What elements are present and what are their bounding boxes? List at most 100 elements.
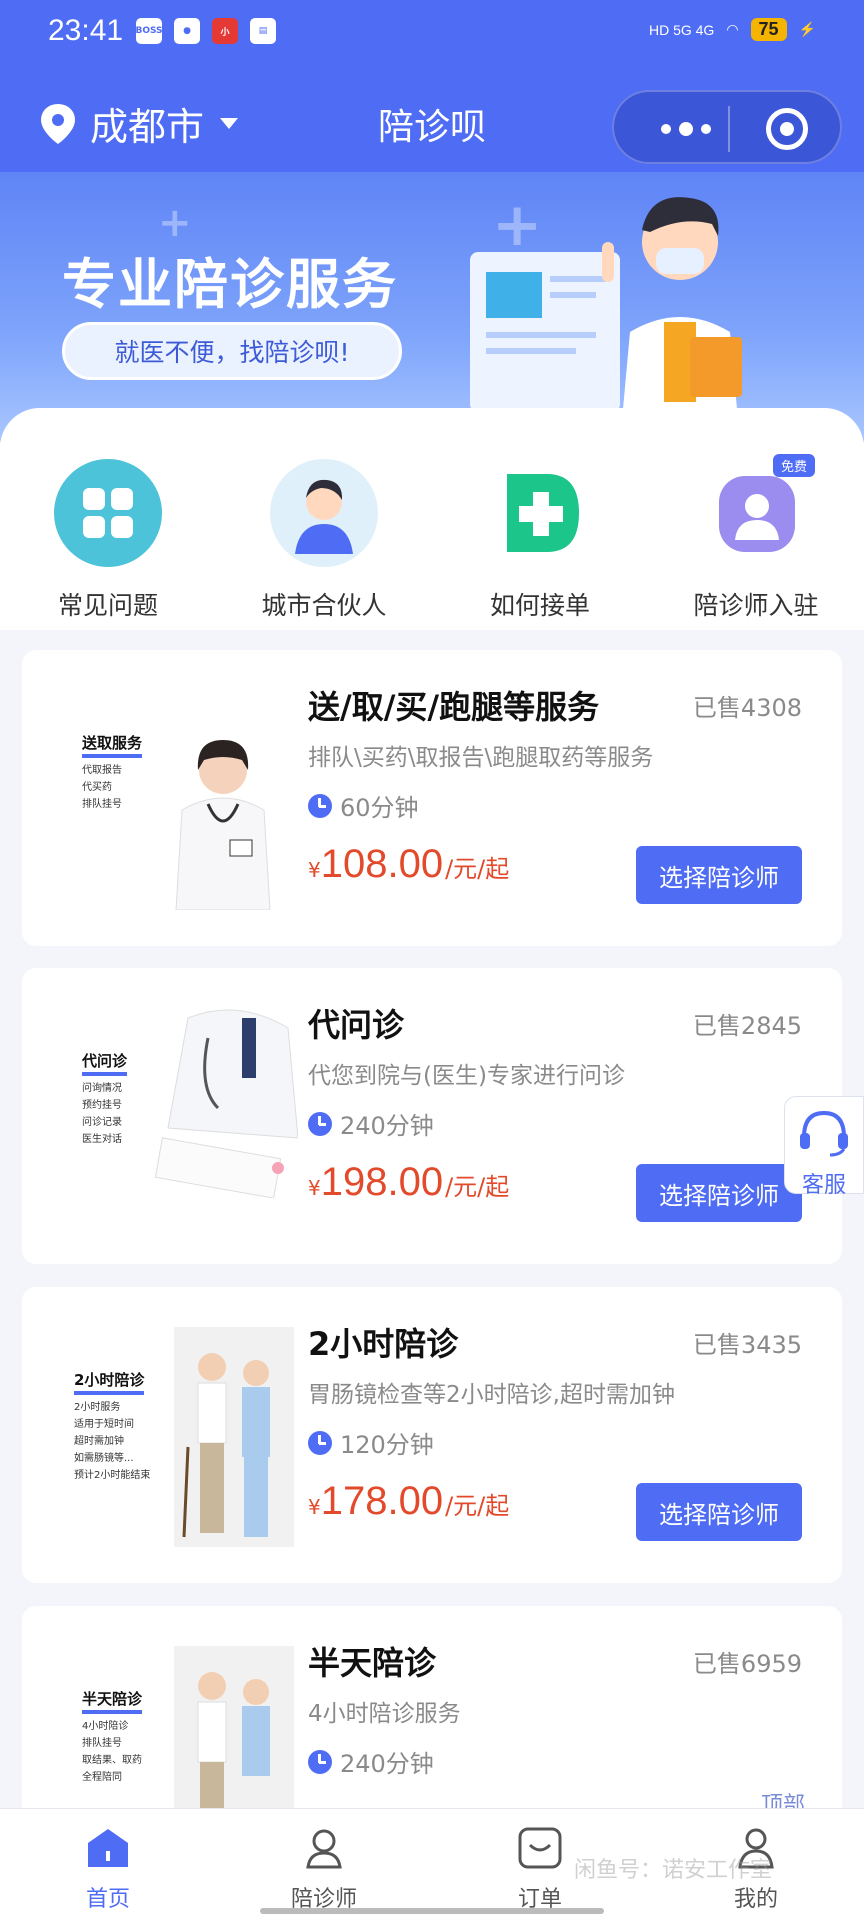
price-currency: ¥	[308, 858, 321, 882]
service-duration: 120分钟	[308, 1425, 434, 1460]
quick-menu: 常见问题 城市合伙人 如何接单 免费 陪诊师入驻	[0, 408, 864, 630]
thumbnail-list: 代取报告 代买药 排队挂号	[82, 762, 122, 813]
price-unit: /元/起	[445, 1173, 510, 1201]
sold-count: 已售6959	[692, 1650, 802, 1678]
boss-app-icon: BOSS	[135, 18, 163, 44]
service-thumbnail: 送取服务 代取报告 代买药 排队挂号	[58, 680, 308, 910]
sold-count: 已售4308	[692, 694, 802, 722]
thumbnail-list-item: 代取报告	[82, 765, 122, 776]
service-description: 排队\买药\取报告\跑腿取药等服务	[308, 745, 654, 771]
grid-icon	[53, 458, 163, 568]
promo-banner[interactable]: + + 专业陪诊服务 就医不便，找陪诊呗!	[0, 172, 864, 442]
thumbnail-list-item: 如需肠镜等...	[74, 1453, 134, 1464]
headset-icon	[800, 1110, 848, 1157]
quick-item-label: 陪诊师入驻	[693, 591, 819, 620]
tab-escort[interactable]: 陪诊师	[244, 1825, 404, 1913]
service-thumbnail: 代问诊 问询情况 预约挂号 问诊记录 医生对话	[58, 998, 308, 1228]
thumbnail-title: 半天陪诊	[82, 1688, 143, 1714]
network-indicator: HD 5G 4G	[648, 21, 715, 38]
status-right: HD 5G 4G ◠ 75 ⚡	[649, 18, 816, 41]
partner-avatar-icon	[269, 458, 379, 568]
quick-item-faq[interactable]: 常见问题	[8, 458, 208, 622]
thumbnail-title: 2小时陪诊	[74, 1369, 145, 1395]
banner-tagline: 就医不便，找陪诊呗!	[62, 322, 402, 380]
thumbnail-list-item: 排队挂号	[82, 799, 122, 810]
price-amount: 178.00	[320, 1479, 444, 1523]
service-title: 代问诊	[308, 1006, 405, 1044]
duration-text: 240分钟	[340, 1750, 434, 1778]
thumbnail-list: 问询情况 预约挂号 问诊记录 医生对话	[82, 1080, 122, 1148]
home-icon	[88, 1829, 128, 1867]
escort-elderly-illustration	[174, 1327, 294, 1547]
choose-escort-button[interactable]: 选择陪诊师	[636, 1483, 802, 1541]
home-indicator	[260, 1908, 604, 1914]
duration-text: 60分钟	[340, 794, 419, 822]
thumbnail-list: 2小时服务 适用于短时间 超时需加钟 如需肠镜等... 预计2小时能结束	[74, 1399, 150, 1484]
plus-cross-icon	[485, 458, 595, 568]
price-unit: /元/起	[445, 855, 510, 883]
tab-label: 我的	[733, 1887, 778, 1912]
clock-icon	[308, 1430, 332, 1455]
tab-home[interactable]: 首页	[28, 1825, 188, 1913]
clock-icon	[308, 793, 332, 818]
thumbnail-list-item: 预约挂号	[82, 1100, 122, 1111]
thumbnail-list: 4小时陪诊 排队挂号 取结果、取药 全程陪同	[82, 1718, 142, 1786]
watermark-text: 闲鱼号：诺安工作室	[574, 1858, 773, 1883]
service-price: ¥ 108.00 /元/起	[308, 842, 509, 887]
service-card[interactable]: 代问诊 问询情况 预约挂号 问诊记录 医生对话 代问诊 已售2845 代您到院与…	[22, 968, 842, 1264]
qq-bell-icon: ●	[174, 18, 200, 44]
quick-item-how-to-accept[interactable]: 如何接单	[440, 458, 640, 622]
service-title: 半天陪诊	[308, 1644, 437, 1682]
customer-service-label: 客服	[801, 1173, 846, 1198]
price-unit: /元/起	[445, 1492, 510, 1520]
choose-escort-button[interactable]: 选择陪诊师	[636, 1164, 802, 1222]
service-thumbnail: 2小时陪诊 2小时服务 适用于短时间 超时需加钟 如需肠镜等... 预计2小时能…	[58, 1317, 308, 1547]
more-menu-icon[interactable]	[646, 112, 726, 146]
capsule-divider	[728, 106, 730, 152]
thumbnail-list-item: 适用于短时间	[74, 1419, 134, 1430]
free-badge: 免费	[772, 454, 815, 477]
price-amount: 108.00	[320, 842, 444, 886]
service-description: 代您到院与(医生)专家进行问诊	[308, 1063, 625, 1089]
service-card[interactable]: 送取服务 代取报告 代买药 排队挂号 送/取/买/跑腿等服务 已售4308 排队…	[22, 650, 842, 946]
price-currency: ¥	[308, 1176, 321, 1200]
nurse-photo-illustration	[175, 740, 271, 910]
status-app-icons: BOSS ● 小 ▤	[135, 18, 276, 44]
charging-icon: ⚡	[798, 21, 816, 37]
thumbnail-list-item: 排队挂号	[82, 1738, 122, 1749]
thumbnail-list-item: 问诊记录	[82, 1117, 122, 1128]
thumbnail-title: 代问诊	[82, 1050, 128, 1076]
sold-count: 已售2845	[692, 1012, 802, 1040]
service-title: 2小时陪诊	[308, 1325, 459, 1363]
service-title: 送/取/买/跑腿等服务	[308, 688, 600, 726]
xiaohongshu-icon: 小	[212, 18, 238, 44]
quick-item-label: 城市合伙人	[261, 591, 387, 620]
price-amount: 198.00	[320, 1160, 444, 1204]
thumbnail-list-item: 医生对话	[82, 1134, 122, 1145]
quick-item-label: 如何接单	[489, 591, 590, 620]
thumbnail-list-item: 预计2小时能结束	[74, 1470, 151, 1481]
service-card[interactable]: 2小时陪诊 2小时服务 适用于短时间 超时需加钟 如需肠镜等... 预计2小时能…	[22, 1287, 842, 1583]
clock-icon	[308, 1111, 332, 1136]
banner-headline: 专业陪诊服务	[62, 253, 398, 316]
tab-label: 首页	[85, 1887, 130, 1912]
battery-level: 75	[750, 18, 787, 41]
banner-doctor-illustration	[470, 197, 742, 442]
wifi-icon: ◠	[726, 21, 739, 37]
thumbnail-list-item: 2小时服务	[74, 1402, 121, 1413]
quick-item-join[interactable]: 免费 陪诊师入驻	[656, 454, 856, 622]
thumbnail-list-item: 超时需加钟	[74, 1436, 124, 1447]
choose-escort-button[interactable]: 选择陪诊师	[636, 846, 802, 904]
quick-item-partner[interactable]: 城市合伙人	[224, 458, 424, 622]
price-currency: ¥	[308, 1495, 321, 1519]
service-price: ¥ 178.00 /元/起	[308, 1479, 509, 1524]
close-miniapp-icon[interactable]	[766, 108, 808, 150]
app-header: 成都市 陪诊呗	[0, 68, 864, 172]
duration-text: 120分钟	[340, 1431, 434, 1459]
thumbnail-list-item: 代买药	[82, 782, 112, 793]
status-bar: 23:41 BOSS ● 小 ▤ HD 5G 4G ◠ 75 ⚡	[0, 0, 864, 68]
status-time: 23:41	[48, 14, 124, 47]
customer-service-button[interactable]: 客服	[784, 1096, 864, 1198]
duration-text: 240分钟	[340, 1112, 434, 1140]
doctor-badge-icon: 免费	[701, 454, 815, 568]
